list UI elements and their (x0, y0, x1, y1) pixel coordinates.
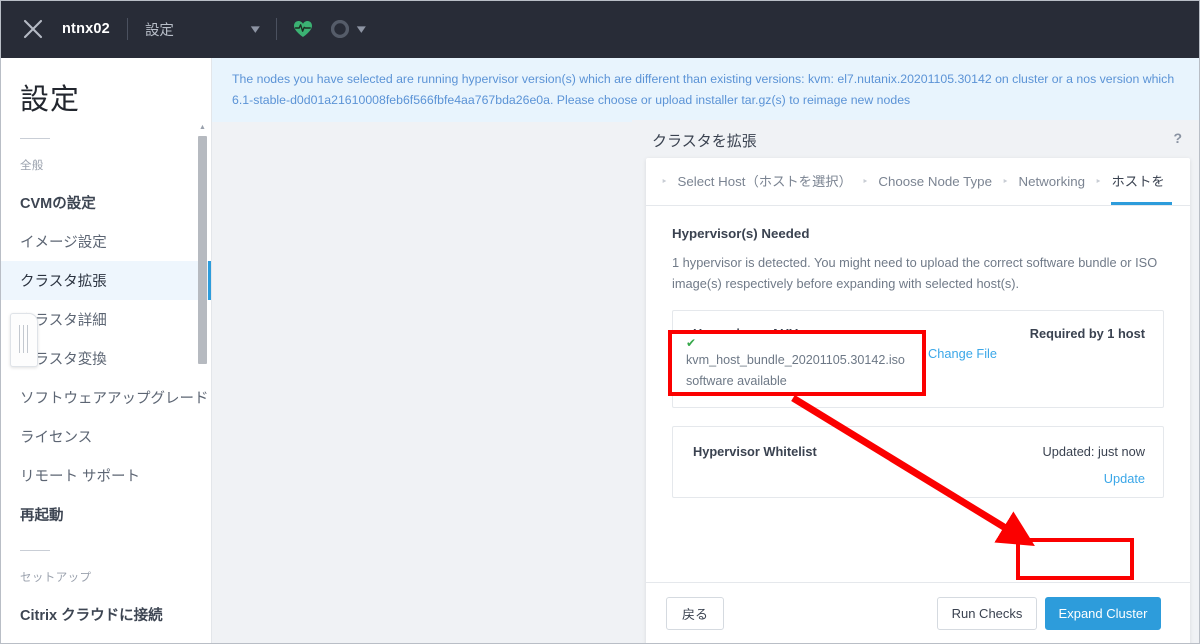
hypervisor-label: Hypervisor : AHV (693, 326, 798, 341)
sidebar-scrollbar[interactable]: ▲ (198, 124, 207, 364)
page-label[interactable]: 設定 (145, 19, 174, 40)
sidebar-title: 設定 (20, 84, 81, 116)
sidebar-item-expand-cluster[interactable]: クラスタ拡張 (0, 261, 211, 300)
hypervisor-whitelist-card: Hypervisor Whitelist Updated: just now U… (672, 426, 1164, 498)
sidebar-item-connect-citrix-cloud[interactable]: Citrix クラウドに接続 (0, 595, 211, 634)
main-content: The nodes you have selected are running … (212, 58, 1200, 644)
hypervisor-card: Hypervisor : AHV Required by 1 host ✔ kv… (672, 310, 1164, 408)
hypervisors-needed-description: 1 hypervisor is detected. You might need… (672, 255, 1158, 291)
tab-choose-node-type[interactable]: Choose Node Type (871, 159, 999, 205)
drag-handle-icon[interactable] (10, 313, 38, 367)
app-root: ntnx02 設定 ▾ ▾ 設定 全般 CVMの設定 イメージ設定 クラスタ拡張… (0, 0, 1200, 644)
sidebar-item-licensing[interactable]: ライセンス (0, 417, 211, 456)
settings-sidebar: 設定 全般 CVMの設定 イメージ設定 クラスタ拡張 クラスタ詳細 クラスタ変換… (0, 58, 212, 644)
tab-separator-icon-0: ‣ (661, 176, 668, 188)
chevron-down-icon[interactable]: ▾ (251, 21, 260, 37)
top-navigation-bar: ntnx02 設定 ▾ ▾ (0, 0, 1200, 58)
run-checks-button[interactable]: Run Checks (937, 597, 1037, 630)
sidebar-item-upgrade-software[interactable]: ソフトウェアアップグレード (0, 378, 211, 417)
back-button[interactable]: 戻る (666, 597, 724, 630)
help-question-icon[interactable]: ? (1173, 130, 1182, 146)
modal-tabs: ‣ Select Host（ホストを選択） ‣ Choose Node Type… (646, 158, 1190, 206)
sidebar-scrollbar-thumb[interactable] (198, 136, 207, 364)
modal-footer: 戻る Run Checks Expand Cluster (646, 582, 1190, 644)
circle-icon[interactable] (331, 20, 350, 38)
scroll-up-arrow-icon[interactable]: ▲ (198, 124, 207, 132)
sidebar-divider-2 (20, 550, 50, 551)
tab-separator-icon-3: ‣ (1095, 176, 1102, 188)
sidebar-group-label-general: 全般 (20, 160, 44, 172)
modal-title: クラスタを拡張 (652, 133, 757, 150)
sidebar-item-remote-support[interactable]: リモート サポート (0, 456, 211, 495)
tab-separator-icon-2: ‣ (1001, 176, 1009, 188)
expand-cluster-modal: クラスタを拡張 ? ‣ Select Host（ホストを選択） ‣ Choose… (632, 120, 1200, 644)
tab-networking[interactable]: Networking (1011, 159, 1092, 205)
sidebar-divider (20, 138, 50, 139)
hypervisor-availability-status: software available (693, 383, 794, 397)
topbar-divider (126, 18, 128, 40)
whitelist-updated-status: Updated: just now (1042, 444, 1145, 459)
nutanix-x-icon[interactable] (16, 12, 50, 46)
heart-pulse-icon[interactable] (293, 20, 313, 38)
topbar-divider-2 (276, 18, 278, 40)
sidebar-item-reboot[interactable]: 再起動 (0, 495, 211, 534)
sidebar-item-cvm-settings[interactable]: CVMの設定 (0, 183, 211, 222)
whitelist-update-link[interactable]: Update (1104, 471, 1145, 486)
hypervisors-needed-heading: Hypervisor(s) Needed (672, 226, 810, 241)
change-file-link[interactable]: Change File (928, 346, 997, 361)
whitelist-label: Hypervisor Whitelist (693, 444, 817, 459)
hypervisor-file-name: kvm_host_bundle_20201105.30142.iso (693, 362, 912, 376)
chevron-down-icon-2[interactable]: ▾ (357, 21, 366, 37)
tab-select-host[interactable]: Select Host（ホストを選択） (671, 159, 859, 205)
sidebar-group-label-setup: セットアップ (20, 572, 92, 584)
cluster-name[interactable]: ntnx02 (62, 21, 110, 37)
hypervisor-required-count: Required by 1 host (1029, 326, 1145, 341)
green-check-icon: ✔ (694, 345, 705, 359)
sidebar-item-image-configuration[interactable]: イメージ設定 (0, 222, 211, 261)
tab-separator-icon-1: ‣ (861, 176, 869, 188)
hypervisor-version-warning-banner: The nodes you have selected are running … (212, 58, 1200, 122)
expand-cluster-button[interactable]: Expand Cluster (1045, 597, 1161, 630)
tab-host-configuration[interactable]: ホストを (1105, 159, 1172, 205)
sidebar-item-prism-central-registration[interactable]: Prism Central登録 (0, 634, 211, 644)
modal-body: ‣ Select Host（ホストを選択） ‣ Choose Node Type… (646, 158, 1190, 644)
